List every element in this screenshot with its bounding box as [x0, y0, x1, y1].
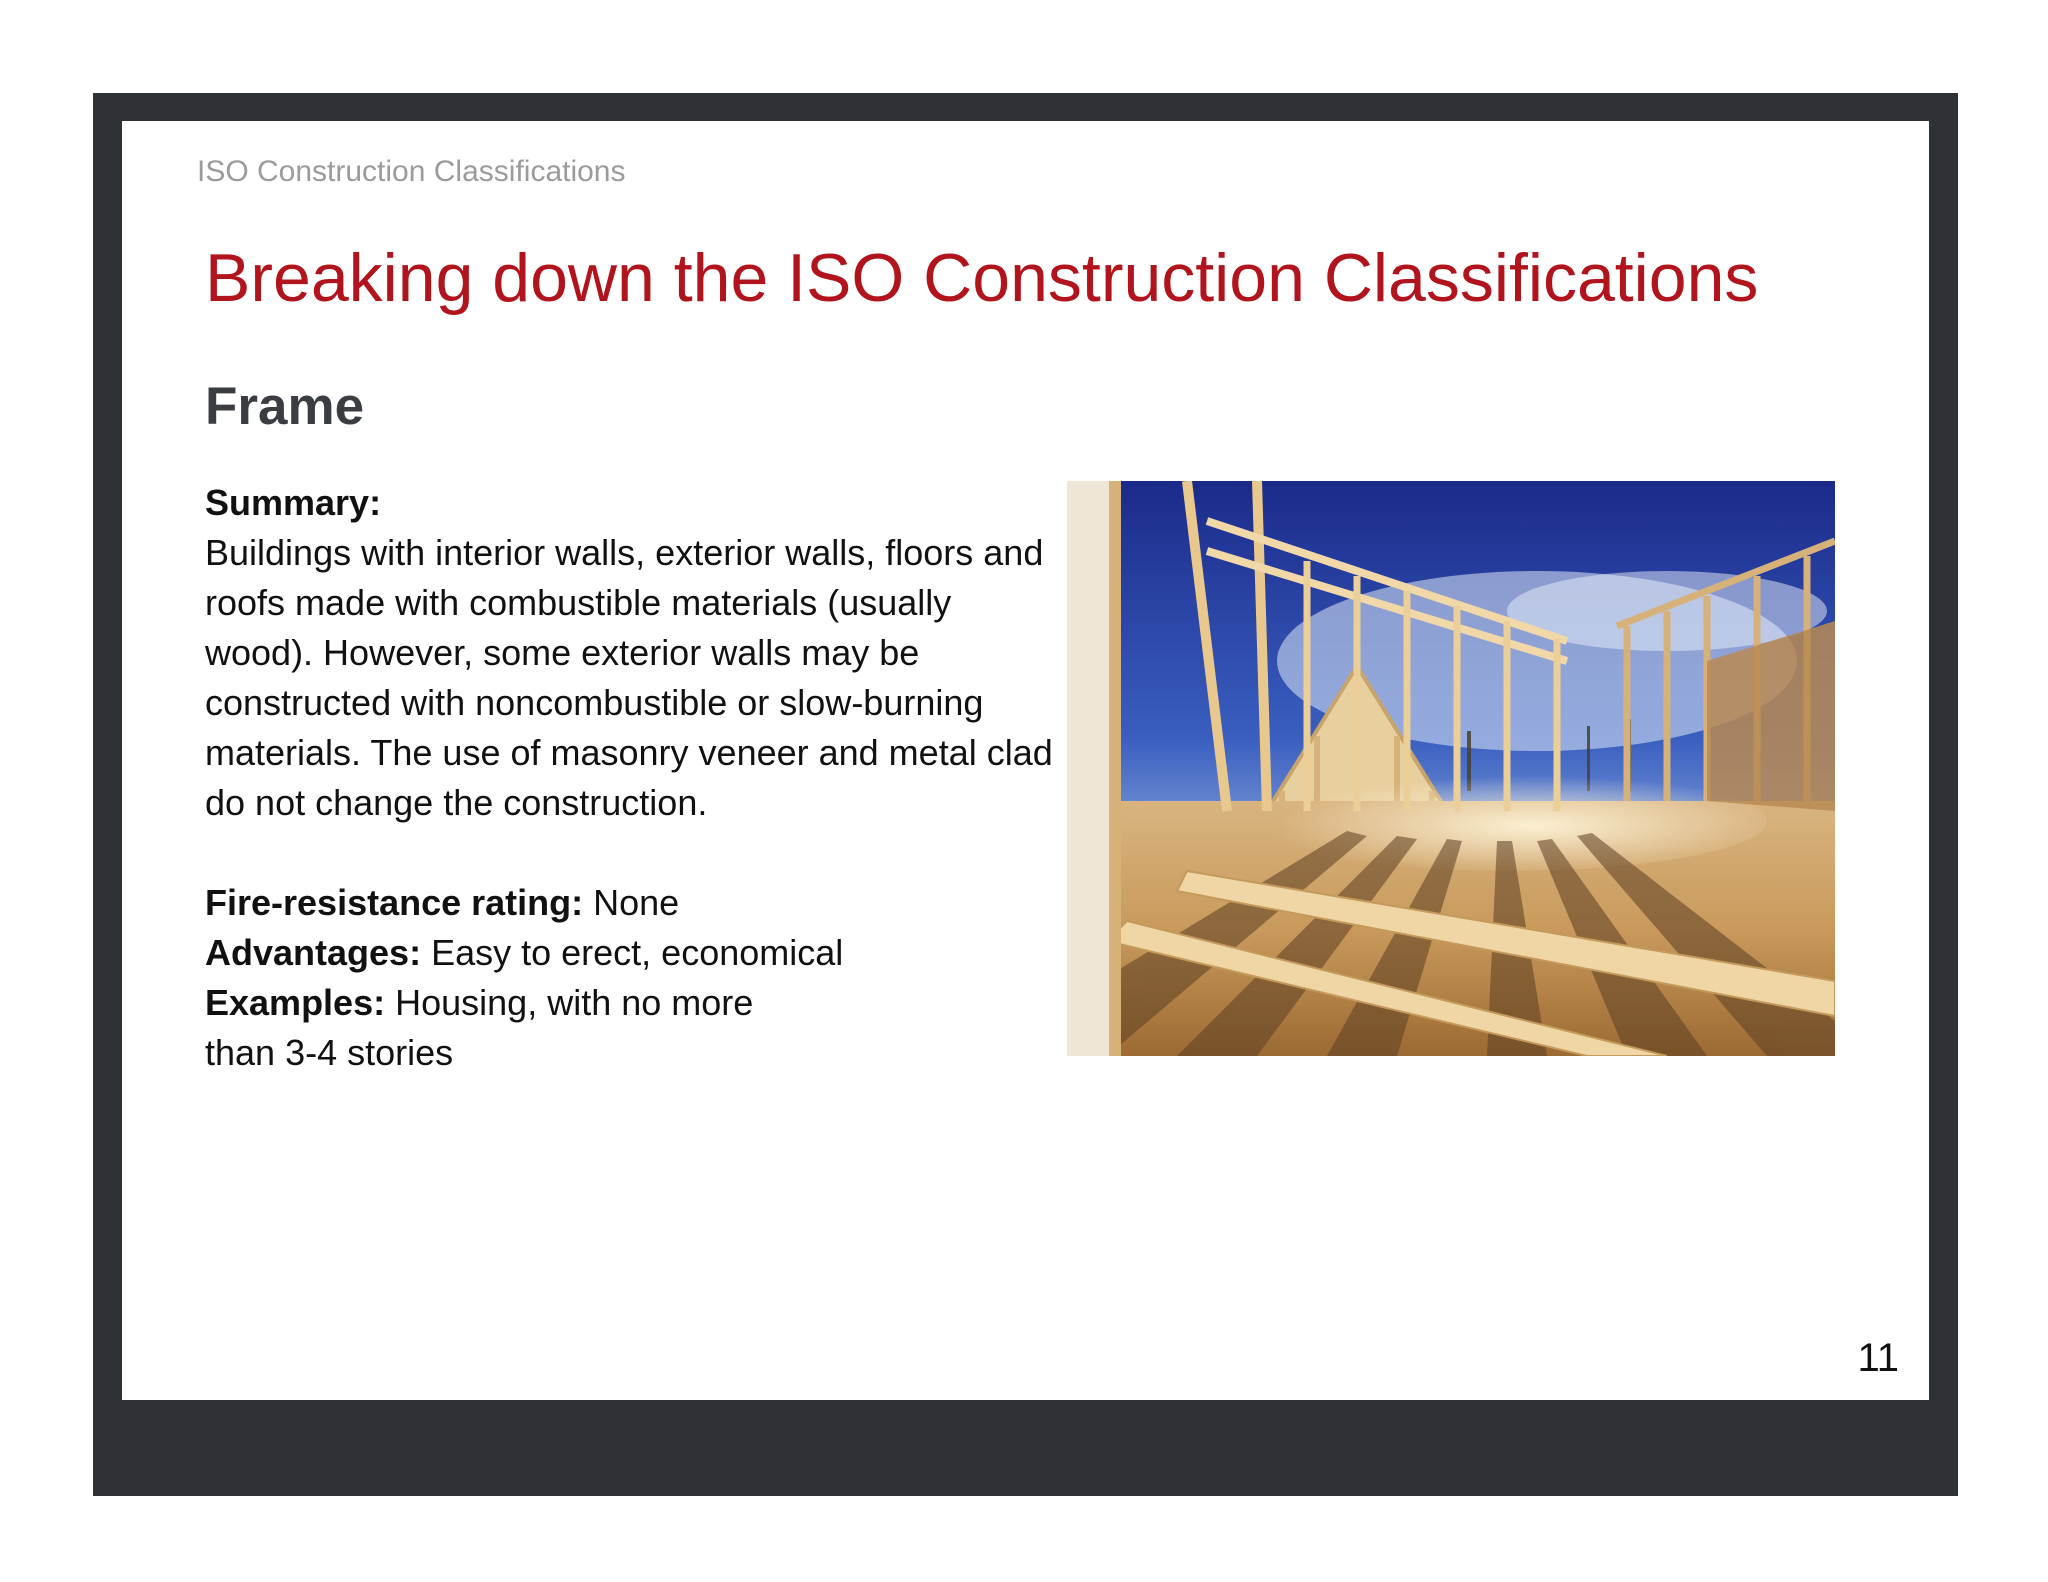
summary-text: Buildings with interior walls, exterior … — [205, 532, 1053, 823]
house-framing-illustration — [1067, 481, 1835, 1056]
page-number: 11 — [1857, 1336, 1899, 1380]
section-subtitle: Frame — [205, 377, 365, 436]
footer-info-link-text: For more information visit, www.assetwor… — [290, 1525, 975, 1555]
slide-title: Breaking down the ISO Construction Class… — [205, 240, 1759, 316]
house-framing-photo — [1067, 481, 1835, 1056]
advantages-line: Advantages: Easy to erect, economical — [205, 928, 1055, 978]
fire-rating-line: Fire-resistance rating: None — [205, 878, 1055, 928]
fire-rating-value: None — [593, 882, 680, 923]
fire-rating-label: Fire-resistance rating: — [205, 882, 584, 923]
advantages-label: Advantages: — [205, 932, 422, 973]
slide-content: ISO Construction Classifications Breakin… — [122, 121, 1929, 1400]
examples-label: Examples: — [205, 982, 386, 1023]
slide-header-label: ISO Construction Classifications — [197, 155, 626, 188]
description-block: Summary: Buildings with interior walls, … — [205, 478, 1055, 1078]
examples-line: Examples: Housing, with no more than 3-4… — [205, 978, 795, 1078]
advantages-value: Easy to erect, economical — [431, 932, 844, 973]
footer-copyright: Copyright © 2016 AssetWorks Inc. All Rig… — [1234, 1521, 1942, 1551]
summary-label: Summary: — [205, 482, 382, 523]
